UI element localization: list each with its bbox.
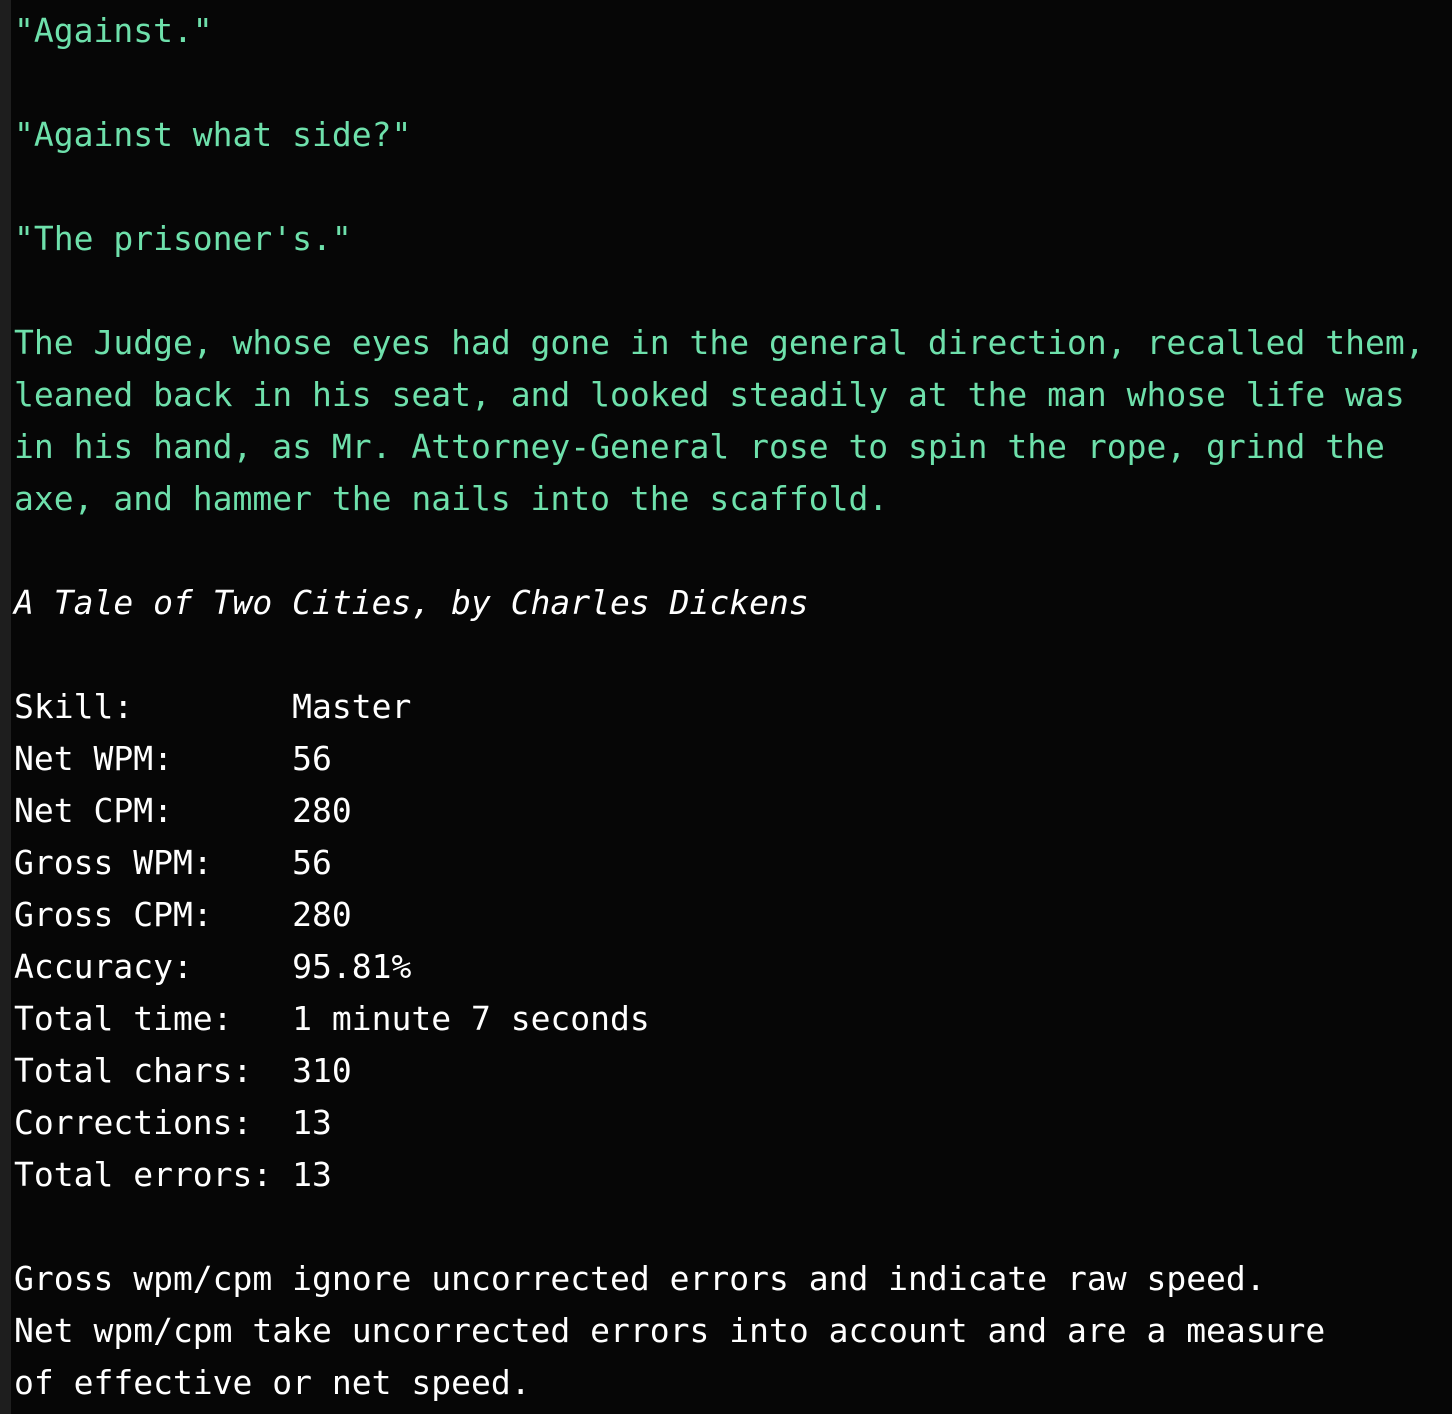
stat-label: Corrections: (14, 1103, 293, 1142)
stat-label: Gross CPM: (14, 895, 293, 934)
stat-row: Total errors: 13 (14, 1149, 1452, 1201)
stat-value: 13 (292, 1155, 332, 1194)
stat-row: Net WPM: 56 (14, 733, 1452, 785)
passage-line: "The prisoner's." (14, 219, 352, 258)
note-line: Gross wpm/cpm ignore uncorrected errors … (14, 1259, 1266, 1298)
stat-value: 13 (292, 1103, 332, 1142)
stat-label: Net WPM: (14, 739, 293, 778)
terminal-window: "Against." "Against what side?" "The pri… (0, 0, 1452, 1414)
stat-value: 95.81% (292, 947, 412, 986)
scrollbar-gutter[interactable] (0, 0, 11, 1414)
stat-value: Master (292, 687, 412, 726)
notes-block: Gross wpm/cpm ignore uncorrected errors … (14, 1253, 1452, 1409)
stat-row: Total chars: 310 (14, 1045, 1452, 1097)
stat-label: Skill: (14, 687, 293, 726)
stat-label: Total time: (14, 999, 293, 1038)
passage-line: "Against." (14, 11, 213, 50)
stat-label: Net CPM: (14, 791, 293, 830)
note-line: of effective or net speed. (14, 1363, 531, 1402)
passage-attribution: A Tale of Two Cities, by Charles Dickens (14, 583, 809, 622)
stat-value: 1 minute 7 seconds (292, 999, 650, 1038)
stat-label: Accuracy: (14, 947, 293, 986)
stat-label: Total chars: (14, 1051, 293, 1090)
stat-row: Gross CPM: 280 (14, 889, 1452, 941)
stat-value: 56 (292, 843, 332, 882)
stat-value: 280 (292, 791, 352, 830)
passage-line: in his hand, as Mr. Attorney-General ros… (14, 427, 1385, 466)
stat-row: Corrections: 13 (14, 1097, 1452, 1149)
terminal-screen: "Against." "Against what side?" "The pri… (14, 0, 1452, 1409)
typing-stats-table: Skill: Master Net WPM: 56 Net CPM: 280 Gros… (14, 681, 1452, 1201)
stat-row: Accuracy: 95.81% (14, 941, 1452, 993)
stat-label: Total errors: (14, 1155, 293, 1194)
passage-line: "Against what side?" (14, 115, 412, 154)
stat-row: Gross WPM: 56 (14, 837, 1452, 889)
stat-value: 280 (292, 895, 352, 934)
note-line: Net wpm/cpm take uncorrected errors into… (14, 1311, 1326, 1350)
passage-line: leaned back in his seat, and looked stea… (14, 375, 1405, 414)
passage-line: The Judge, whose eyes had gone in the ge… (14, 323, 1425, 362)
stat-row: Net CPM: 280 (14, 785, 1452, 837)
passage-block: "Against." "Against what side?" "The pri… (14, 5, 1452, 525)
stat-row: Skill: Master (14, 681, 1452, 733)
passage-line: axe, and hammer the nails into the scaff… (14, 479, 889, 518)
stat-label: Gross WPM: (14, 843, 293, 882)
stat-value: 310 (292, 1051, 352, 1090)
stat-value: 56 (292, 739, 332, 778)
stat-row: Total time: 1 minute 7 seconds (14, 993, 1452, 1045)
